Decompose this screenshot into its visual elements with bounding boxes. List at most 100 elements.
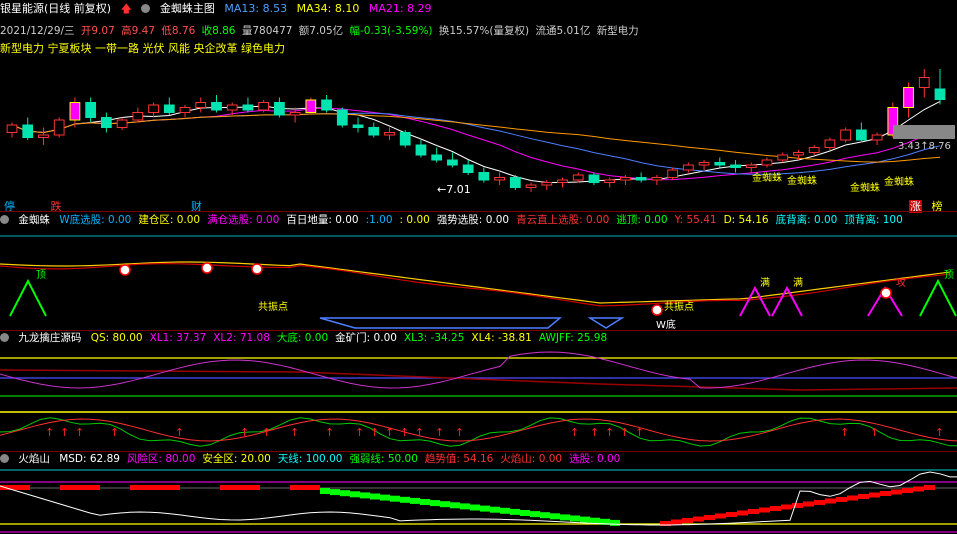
up-arrow-4: ↑	[175, 426, 184, 439]
candle-body	[258, 102, 270, 111]
panel2-fields: QS: 80.00 XL1: 37.37 XL2: 71.08 大底: 0.00 金矿门…	[91, 332, 614, 344]
quote-amount: 额7.05亿	[298, 25, 344, 37]
panel2-field-1: XL1: 37.37	[149, 332, 207, 344]
right-price-label: 3.43↑8.76	[898, 141, 951, 152]
up-arrow-22: ↑	[870, 426, 879, 439]
panel2-chart[interactable]: ↑ ↑ ↑ ↑ ↑ ↑ ↑ ↑ ↑ ↑ ↑ ↑ ↑ ↑ ↑ ↑ ↑ ↑ ↑ ↑ ↑ ↑ ↑ ↑	[0, 344, 957, 450]
panel3-field-3: 天线: 100.00	[277, 453, 343, 465]
panel2-name[interactable]: 九龙擒庄源码	[18, 332, 81, 344]
resonance-marker-0	[119, 264, 131, 276]
ma-line-2	[11, 112, 941, 175]
flame-block-green	[340, 490, 350, 497]
panel1-field-4: :1.00	[365, 214, 393, 226]
panel3-field-4: 强弱线: 50.00	[349, 453, 418, 465]
candle-body	[871, 134, 883, 141]
flame-block-red	[770, 506, 781, 511]
flame-block-red	[693, 516, 704, 522]
flame-block-green	[460, 503, 470, 510]
panel1-header: 金蜘蛛 W底选股: 0.00 建仓区: 0.00 满仓选股: 0.00 百日地量: 0…	[0, 213, 916, 227]
candle-body	[620, 177, 631, 181]
candle-body	[85, 102, 97, 118]
candle-body	[840, 129, 852, 141]
panel2-line-darkred	[0, 369, 957, 391]
tag-spider-2: 金蜘蛛	[787, 176, 817, 187]
flame-block-green	[370, 493, 380, 500]
panel1-chart[interactable]: 顶共振点 满 满 攻 顶共振点 W底	[0, 226, 957, 330]
quote-concept: 新型电力	[596, 25, 639, 37]
candle-body	[211, 102, 222, 111]
candle-body	[714, 162, 726, 166]
flame-block-green	[420, 499, 430, 505]
panel2-field-5: XL3: -34.25	[403, 332, 465, 344]
panel3-field-0: MSD: 62.89	[59, 453, 120, 465]
candle-body	[934, 88, 946, 100]
flame-block-red	[924, 485, 935, 490]
candle-body	[525, 184, 537, 188]
up-arrow-7: ↑	[290, 426, 299, 439]
bottom-band-small	[587, 317, 625, 329]
flame-block-red	[858, 494, 869, 499]
flame-block-green	[350, 491, 360, 498]
flame-block-green	[560, 514, 570, 521]
candle-body	[226, 104, 238, 111]
flame-block-red	[748, 509, 759, 514]
panel3-field-6: 火焰山: 0.00	[500, 453, 563, 465]
panel1-label-5: 顶	[944, 269, 954, 281]
panel2-field-0: QS: 80.00	[90, 332, 143, 344]
candle-body	[447, 159, 458, 166]
candle-body	[572, 174, 584, 181]
flame-block-red	[902, 488, 913, 493]
tag-spider-4: 金蜘蛛	[884, 177, 914, 188]
bottom-band	[319, 317, 563, 329]
candle-body	[195, 102, 207, 108]
resonance-marker-4	[880, 287, 892, 299]
flame-block-red	[737, 510, 748, 516]
candle-body	[918, 77, 930, 88]
candle-body	[289, 112, 301, 116]
quote-info: 2021/12/29/三 开9.07 高9.47 低8.76 收8.86 量78…	[0, 24, 645, 38]
indicator-name[interactable]: 金蜘蛛主图	[160, 2, 215, 15]
up-arrow-20: ↑	[635, 426, 644, 439]
candle-body	[384, 132, 395, 136]
up-arrow-10: ↑	[370, 426, 379, 439]
panel1-field-5: : 0.00	[399, 214, 430, 226]
flame-block-red-2	[130, 485, 180, 490]
panel1-field-12: 顶背离: 100	[844, 214, 903, 226]
up-arrow-21: ↑	[840, 426, 849, 439]
candle-body	[336, 109, 348, 126]
panel1-name[interactable]: 金蜘蛛	[18, 214, 50, 226]
candle-body	[352, 124, 364, 128]
panel1-field-2: 满仓选股: 0.00	[207, 214, 280, 226]
candle-body	[399, 132, 411, 146]
panel1-field-6: 强势选股: 0.00	[436, 214, 510, 226]
panel3-chart[interactable]	[0, 466, 957, 534]
settings-circle-icon[interactable]	[0, 454, 9, 463]
up-arrow-3: ↑	[110, 426, 119, 439]
settings-circle-icon[interactable]	[0, 215, 9, 224]
low-price-label: ←7.01	[437, 183, 471, 196]
up-arrow-0: ↑	[45, 426, 54, 439]
settings-circle-icon[interactable]	[0, 333, 9, 342]
flame-block-green	[490, 506, 500, 513]
flame-block-green	[500, 507, 510, 514]
panel1-field-9: Y: 55.41	[674, 214, 717, 226]
tag-spider-3: 金蜘蛛	[850, 183, 880, 194]
quote-open: 开9.07	[80, 25, 115, 37]
tag-spider-1: 金蜘蛛	[752, 173, 782, 184]
panel1-field-3: 百日地量: 0.00	[286, 214, 359, 226]
up-arrow-18: ↑	[605, 426, 614, 439]
candle-body	[22, 124, 34, 138]
resonance-marker-3	[651, 304, 663, 316]
candle-body	[462, 164, 474, 173]
panel3-name[interactable]: 火焰山	[18, 453, 50, 465]
flame-block-red	[869, 492, 880, 498]
quote-change: 幅-0.33(-3.59%)	[349, 25, 433, 37]
candle-body	[761, 159, 773, 166]
panel1-label-4: 攻	[896, 276, 906, 289]
panel1-fields: W底选股: 0.00 建仓区: 0.00 满仓选股: 0.00 百日地量: 0.00:…	[59, 214, 910, 226]
panel1-field-1: 建仓区: 0.00	[138, 214, 201, 226]
flame-block-red	[836, 497, 847, 502]
flame-block-green	[520, 510, 530, 516]
panel3-field-1: 风险区: 80.00	[126, 453, 196, 465]
settings-circle-icon[interactable]	[141, 4, 151, 13]
